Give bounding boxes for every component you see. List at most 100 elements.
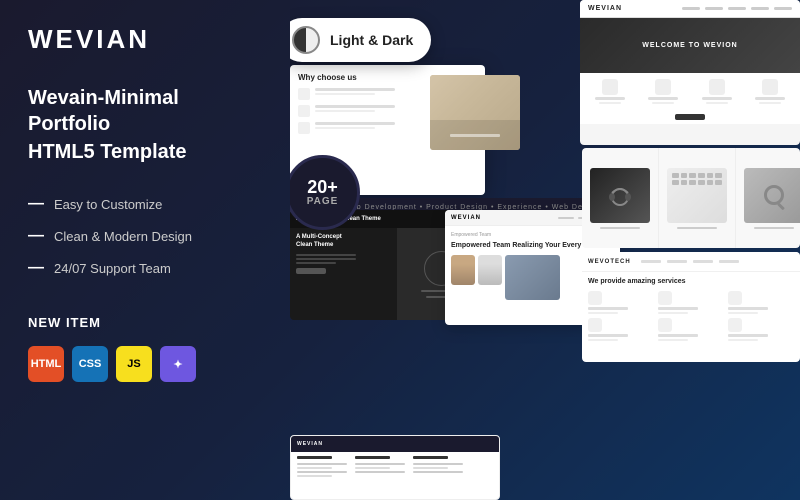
team-avatar-2	[478, 255, 502, 285]
theme-headline-text: A Multi-ConceptClean Theme	[296, 234, 391, 250]
team-logo: WEVIAN	[451, 215, 481, 221]
feature-item: — Clean & Modern Design	[28, 227, 262, 245]
pages-label: PAGE	[307, 196, 339, 207]
services-title: We provide amazing services	[588, 278, 794, 285]
sc-nav-link	[705, 7, 723, 10]
sc-nav-link	[774, 7, 792, 10]
service-label	[588, 334, 628, 337]
dash-icon: —	[28, 227, 44, 245]
sc-feature-line	[595, 97, 625, 100]
services-nav-item	[641, 260, 661, 263]
sc-feature-line	[755, 97, 785, 100]
service-label2	[658, 312, 688, 314]
why-line2	[315, 127, 375, 129]
hand-image-screenshot	[430, 75, 520, 150]
footer-header: WEVIAN	[291, 436, 499, 452]
tagline-line1: Wevain-Minimal Portfolio	[28, 85, 262, 137]
screenshot-services: WEVOTECH We provide amazing services	[582, 252, 800, 362]
left-panel: WEVIAN Wevain-Minimal Portfolio HTML5 Te…	[0, 0, 290, 500]
why-text-block	[315, 122, 395, 129]
new-item-badge: NEW ITEM	[28, 315, 262, 330]
footer-content	[291, 452, 499, 481]
hand-inner	[430, 75, 520, 150]
footer-col-line	[355, 467, 390, 469]
services-header: WEVOTECH	[582, 252, 800, 272]
product-label	[677, 227, 717, 229]
services-nav	[641, 260, 739, 263]
services-grid	[588, 291, 794, 341]
footer-col-line	[413, 467, 448, 469]
sc-feature-line2	[759, 102, 781, 104]
why-text-block	[315, 88, 395, 95]
dash-icon: —	[28, 259, 44, 277]
footer-col	[413, 456, 463, 477]
tagline-line2: HTML5 Template	[28, 139, 262, 165]
service-label	[658, 334, 698, 337]
product-img-keyboard	[667, 168, 727, 223]
service-label2	[728, 312, 758, 314]
team-business-photo	[505, 255, 560, 300]
footer-col-line	[297, 475, 332, 477]
service-icon	[588, 291, 602, 305]
product-item-search	[736, 148, 800, 248]
sc-nav: WEVIAN	[580, 0, 800, 18]
sc-feature-item	[693, 79, 741, 104]
team-nav-item	[558, 217, 574, 219]
feature-label: Clean & Modern Design	[54, 229, 192, 244]
service-icon	[658, 318, 672, 332]
sc-feature-item	[640, 79, 688, 104]
product-img-headphones	[590, 168, 650, 223]
service-item	[658, 318, 724, 341]
why-line	[315, 122, 395, 125]
pages-number: 20+	[307, 178, 338, 196]
sc-feature-icon	[709, 79, 725, 95]
sc-feature-icon	[602, 79, 618, 95]
sc-feature-item	[586, 79, 634, 104]
dash-icon: —	[28, 195, 44, 213]
half-circle-icon	[292, 26, 320, 54]
why-icon	[298, 122, 310, 134]
footer-col-title	[413, 456, 448, 459]
tech-icons-row: HTML CSS JS ✦	[28, 346, 262, 382]
feature-label: 24/07 Support Team	[54, 261, 171, 276]
service-item	[658, 291, 724, 314]
service-icon	[658, 291, 672, 305]
screenshot-footer: WEVIAN	[290, 435, 500, 500]
product-label	[600, 227, 640, 229]
light-dark-label: Light & Dark	[330, 32, 413, 48]
why-line	[315, 88, 395, 91]
service-icon	[728, 318, 742, 332]
services-body: We provide amazing services	[582, 272, 800, 347]
sc-feature-icon	[762, 79, 778, 95]
theme-left-content: A Multi-ConceptClean Theme	[290, 228, 397, 320]
sc-feature-line2	[652, 102, 674, 104]
sc-nav-logo: WEVIAN	[588, 5, 622, 12]
feature-label: Easy to Customize	[54, 197, 162, 212]
headphones-svg	[605, 180, 635, 210]
services-nav-item	[693, 260, 713, 263]
service-label	[588, 307, 628, 310]
html5-icon: HTML	[28, 346, 64, 382]
why-line	[315, 105, 395, 108]
screenshot-collage: WEVIAN WELCOME TO WEVION	[290, 0, 800, 500]
services-logo: WEVOTECH	[588, 259, 631, 265]
service-label	[658, 307, 698, 310]
footer-col-title	[297, 456, 332, 459]
footer-col-line	[355, 463, 405, 465]
theme-cta-btn	[296, 268, 326, 274]
why-icon	[298, 88, 310, 100]
theme-line	[296, 262, 336, 264]
tagline: Wevain-Minimal Portfolio HTML5 Template	[28, 85, 262, 167]
screenshot-products	[582, 148, 800, 248]
why-line2	[315, 110, 375, 112]
sc-feature-line2	[706, 102, 728, 104]
sc-nav-link	[728, 7, 746, 10]
theme-line	[296, 258, 356, 260]
light-dark-badge[interactable]: Light & Dark	[290, 18, 431, 62]
footer-logo: WEVIAN	[297, 441, 323, 447]
service-item	[728, 291, 794, 314]
js-icon: JS	[116, 346, 152, 382]
sc-cta-btn	[675, 114, 705, 120]
product-img-search	[744, 168, 800, 223]
sc-feature-line	[648, 97, 678, 100]
